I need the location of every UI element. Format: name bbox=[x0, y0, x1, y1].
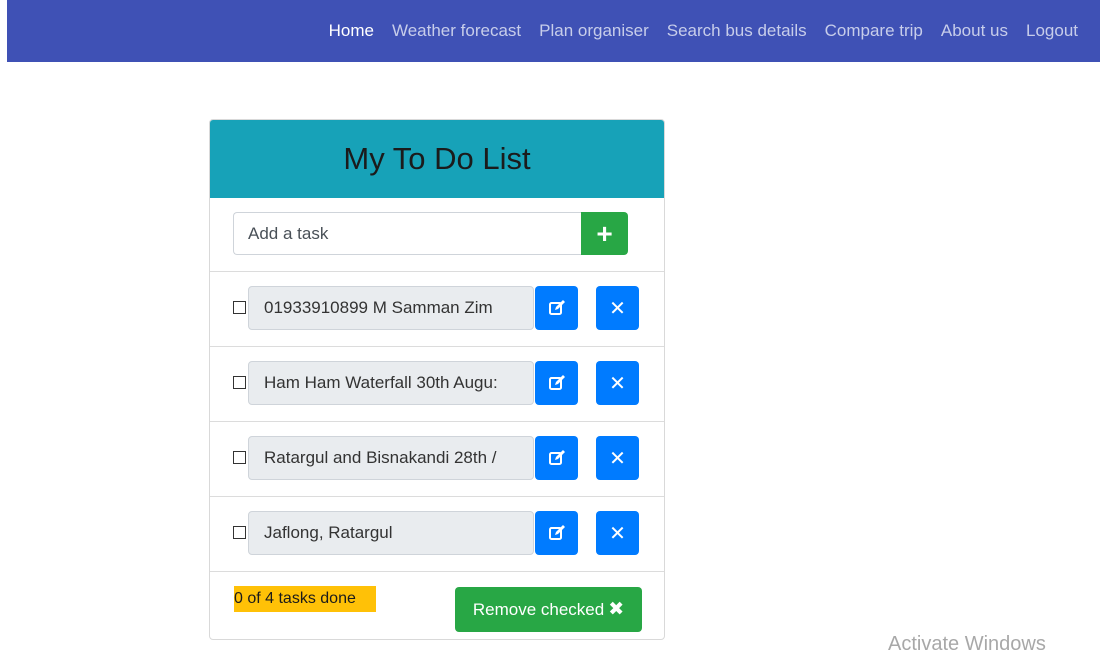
nav-links: Home Weather forecast Plan organiser Sea… bbox=[329, 20, 1078, 42]
task-row: Jaflong, Ratargul ✕ bbox=[210, 497, 664, 572]
nav-link-plan-organiser[interactable]: Plan organiser bbox=[539, 20, 649, 42]
task-row: Ratargul and Bisnakandi 28th / ✕ bbox=[210, 422, 664, 497]
activate-windows-watermark: Activate Windows bbox=[888, 633, 1046, 655]
nav-link-compare-trip[interactable]: Compare trip bbox=[825, 20, 923, 42]
top-navbar: Home Weather forecast Plan organiser Sea… bbox=[7, 0, 1100, 62]
tasks-done-badge: 0 of 4 tasks done bbox=[234, 586, 376, 612]
task-text[interactable]: Ratargul and Bisnakandi 28th / bbox=[248, 436, 534, 480]
nav-link-weather-forecast[interactable]: Weather forecast bbox=[392, 20, 521, 42]
nav-link-home[interactable]: Home bbox=[329, 20, 374, 42]
delete-task-button[interactable]: ✕ bbox=[596, 436, 639, 480]
delete-task-button[interactable]: ✕ bbox=[596, 361, 639, 405]
close-icon: ✕ bbox=[609, 372, 626, 395]
task-checkbox[interactable] bbox=[233, 451, 246, 464]
edit-task-button[interactable] bbox=[535, 436, 578, 480]
remove-checked-label: Remove checked bbox=[472, 599, 605, 619]
edit-icon bbox=[548, 525, 565, 540]
plus-icon: + bbox=[596, 217, 613, 249]
close-icon: ✕ bbox=[609, 522, 626, 545]
edit-task-button[interactable] bbox=[535, 286, 578, 330]
edit-task-button[interactable] bbox=[535, 511, 578, 555]
edit-icon bbox=[548, 300, 565, 315]
task-row: Ham Ham Waterfall 30th Augu: ✕ bbox=[210, 347, 664, 422]
task-checkbox[interactable] bbox=[233, 301, 246, 314]
card-title: My To Do List bbox=[210, 120, 664, 198]
edit-task-button[interactable] bbox=[535, 361, 578, 405]
close-icon: ✕ bbox=[609, 297, 626, 320]
remove-checked-button[interactable]: Remove checked ✖ bbox=[455, 587, 642, 632]
nav-link-search-bus-details[interactable]: Search bus details bbox=[667, 20, 807, 42]
nav-link-logout[interactable]: Logout bbox=[1026, 20, 1078, 42]
close-icon: ✖ bbox=[608, 599, 625, 620]
task-row: 01933910899 M Samman Zim ✕ bbox=[210, 272, 664, 347]
delete-task-button[interactable]: ✕ bbox=[596, 286, 639, 330]
edit-icon bbox=[548, 375, 565, 390]
close-icon: ✕ bbox=[609, 447, 626, 470]
nav-link-about-us[interactable]: About us bbox=[941, 20, 1008, 42]
card-footer: 0 of 4 tasks done Remove checked ✖ bbox=[210, 572, 664, 639]
task-text[interactable]: Jaflong, Ratargul bbox=[248, 511, 534, 555]
add-task-button[interactable]: + bbox=[581, 212, 628, 255]
task-checkbox[interactable] bbox=[233, 526, 246, 539]
delete-task-button[interactable]: ✕ bbox=[596, 511, 639, 555]
task-checkbox[interactable] bbox=[233, 376, 246, 389]
add-task-row: + bbox=[210, 198, 664, 272]
todo-card: My To Do List + 01933910899 M Samman Zim… bbox=[209, 119, 665, 640]
edit-icon bbox=[548, 450, 565, 465]
add-task-input[interactable] bbox=[233, 212, 582, 255]
task-text[interactable]: 01933910899 M Samman Zim bbox=[248, 286, 534, 330]
task-text[interactable]: Ham Ham Waterfall 30th Augu: bbox=[248, 361, 534, 405]
